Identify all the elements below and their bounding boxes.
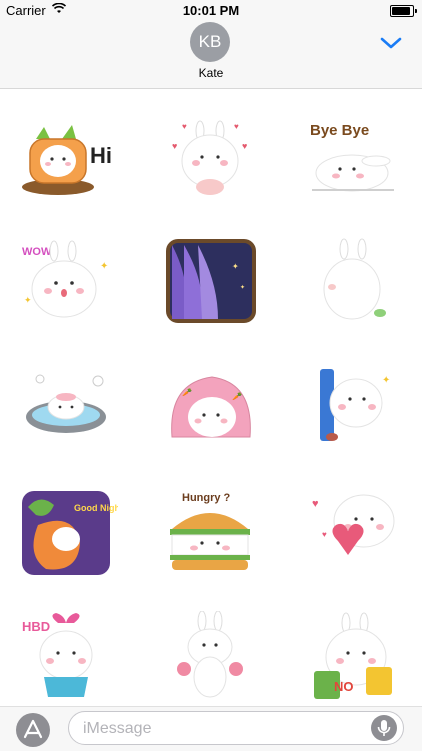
avatar[interactable]: KB: [190, 22, 230, 62]
svg-text:🥕: 🥕: [232, 392, 242, 401]
svg-text:✦: ✦: [24, 295, 32, 305]
bunny-back-illustration: [323, 238, 386, 320]
svg-text:✦: ✦: [232, 262, 239, 271]
sticker-bunny-hot-spring[interactable]: [18, 359, 118, 455]
sticker-bunny-no-signs[interactable]: NO: [306, 611, 406, 707]
sticker-grid: Hi ♥ ♥ ♥ ♥ Bye Bye WOW ✦ ✦ ✦ ✦ 🥕 🥕 ✦ Goo…: [0, 89, 422, 706]
svg-text:✦: ✦: [100, 261, 108, 272]
sticker-carrot-bunny-hi[interactable]: Hi: [18, 109, 118, 205]
bunny-hearts-illustration: ♥ ♥ ♥ ♥: [172, 120, 247, 195]
battery-fill: [392, 7, 410, 15]
status-time: 10:01 PM: [182, 3, 240, 18]
sticker-caption: NO: [334, 679, 354, 694]
message-placeholder: iMessage: [83, 720, 152, 737]
svg-text:♥: ♥: [182, 122, 187, 131]
sticker-caption: Hi: [90, 143, 112, 168]
microphone-button[interactable]: [371, 715, 397, 741]
svg-text:♥: ♥: [322, 530, 327, 539]
svg-text:♥: ♥: [312, 498, 319, 510]
bunny-peeking-illustration: ✦: [320, 369, 390, 441]
sticker-bunny-heart-gift[interactable]: ♥ ♥: [306, 485, 406, 581]
bunny-burger-illustration: Hungry ?: [170, 492, 250, 570]
sticker-bunny-burger[interactable]: Hungry ?: [162, 485, 262, 581]
sticker-bunny-back-view[interactable]: [306, 233, 406, 329]
bunny-no-illustration: NO: [314, 612, 392, 699]
microphone-icon: [377, 720, 391, 736]
sticker-bunny-wow[interactable]: WOW ✦ ✦: [18, 233, 118, 329]
sticker-caption: Hungry ?: [182, 492, 231, 504]
status-bar: Carrier 10:01 PM: [0, 0, 422, 22]
message-input-bar: iMessage: [0, 706, 422, 751]
bunny-sleeping-bag-illustration: 🥕 🥕: [171, 376, 251, 438]
contact-name[interactable]: Kate: [0, 66, 422, 80]
bunny-bye-bye-illustration: Bye Bye: [310, 122, 394, 192]
svg-text:✦: ✦: [240, 284, 245, 291]
sticker-caption: Bye Bye: [310, 122, 369, 139]
sticker-caption: HBD: [22, 619, 50, 634]
svg-text:♥: ♥: [242, 141, 247, 151]
svg-text:🥕: 🥕: [182, 388, 192, 397]
sticker-caption: WOW: [22, 246, 52, 258]
sticker-bunny-cheerleader[interactable]: [162, 611, 262, 707]
bunny-hot-spring-illustration: [26, 374, 106, 433]
carrot-bunny-illustration: Hi: [22, 125, 112, 195]
bunny-heart-illustration: ♥ ♥: [312, 494, 395, 555]
sticker-caption: Good Night: [74, 503, 118, 513]
bunny-hbd-illustration: HBD: [22, 613, 93, 697]
svg-text:♥: ♥: [234, 122, 239, 131]
sticker-bunny-hbd-gift[interactable]: HBD: [18, 611, 118, 707]
bunny-wow-illustration: WOW ✦ ✦: [22, 240, 108, 318]
app-store-button[interactable]: [16, 713, 50, 747]
app-store-icon: [23, 719, 43, 739]
bunny-cheerleader-illustration: [177, 611, 243, 698]
conversation-header: KB Kate: [0, 22, 422, 89]
sticker-night-window-curtain[interactable]: ✦ ✦: [162, 233, 262, 329]
sticker-bunny-carrot-good-night[interactable]: Good Night: [18, 485, 118, 581]
sticker-bunny-hearts[interactable]: ♥ ♥ ♥ ♥: [162, 109, 262, 205]
svg-text:✦: ✦: [382, 375, 390, 386]
sticker-bunny-bye-bye[interactable]: Bye Bye: [306, 109, 406, 205]
sticker-bunny-peeking-door[interactable]: ✦: [306, 359, 406, 455]
battery-icon: [390, 5, 417, 17]
svg-text:♥: ♥: [172, 141, 177, 151]
sticker-bunny-sleeping-bag[interactable]: 🥕 🥕: [162, 359, 262, 455]
message-field[interactable]: iMessage: [68, 711, 404, 745]
night-window-illustration: ✦ ✦: [166, 239, 256, 323]
chevron-down-icon[interactable]: [380, 36, 402, 50]
bunny-carrot-illustration: Good Night: [22, 491, 118, 575]
